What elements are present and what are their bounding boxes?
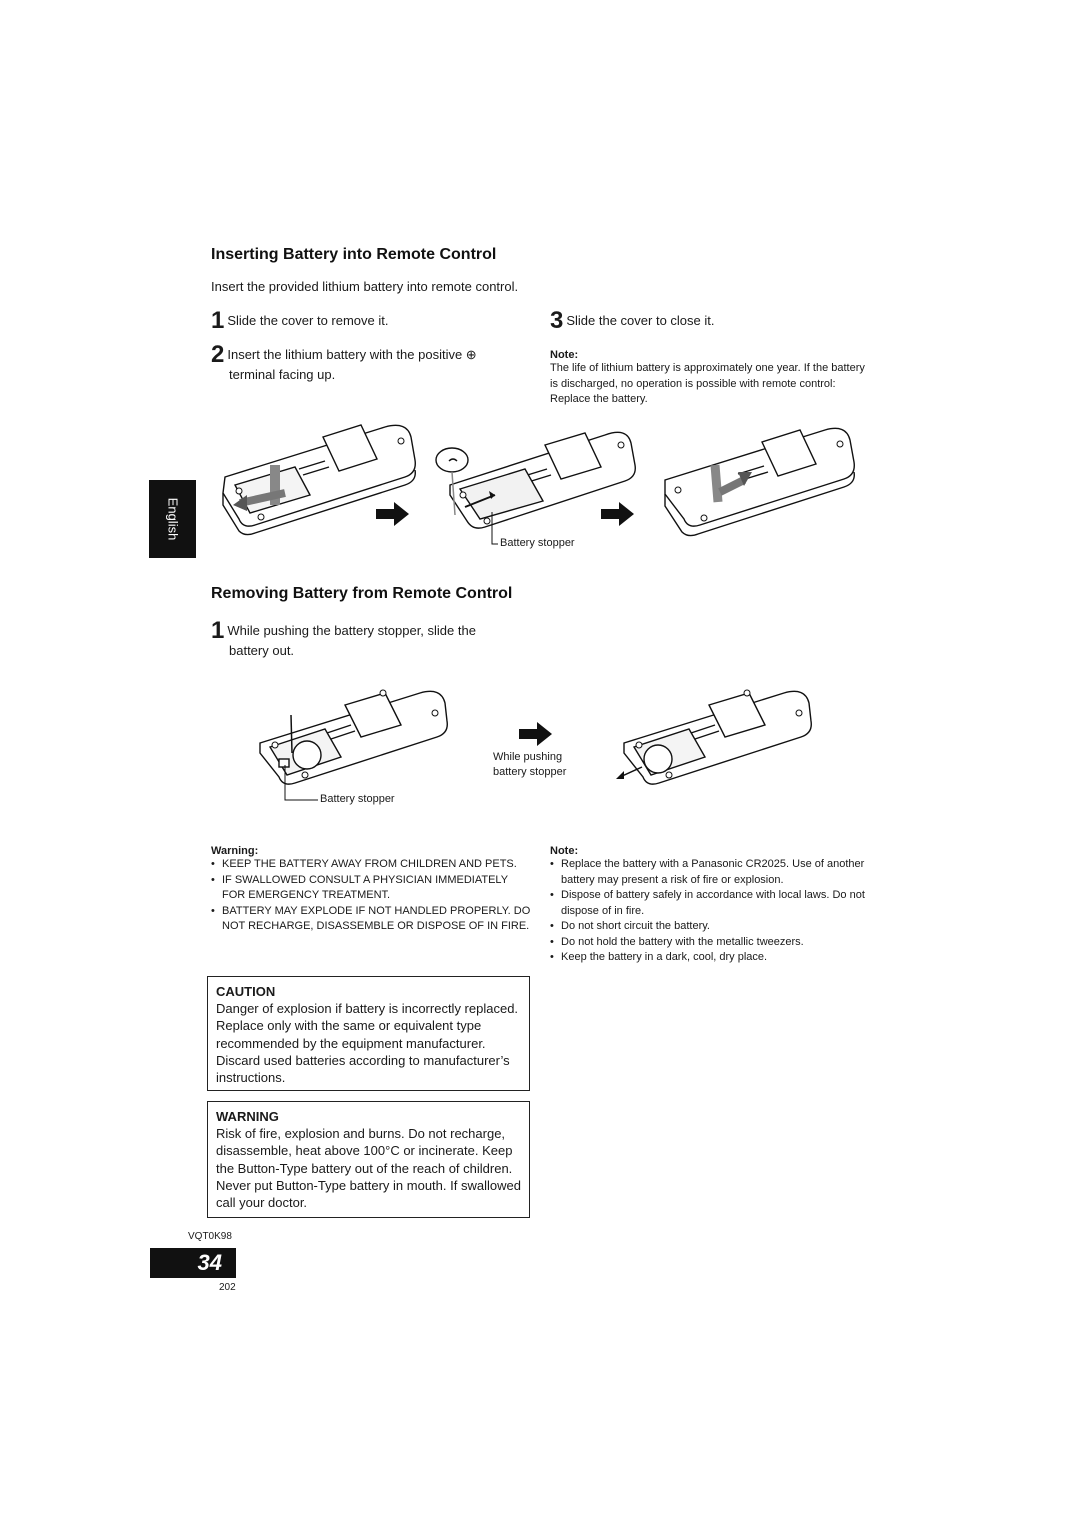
step-number: 1 [211,307,225,334]
step-number: 1 [211,617,225,644]
warning-item: BATTERY MAY EXPLODE IF NOT HANDLED PROPE… [211,904,531,935]
warning-list-block: Warning: KEEP THE BATTERY AWAY FROM CHIL… [211,845,531,935]
step-number: 2 [211,341,225,368]
note-list-title: Note: [550,845,579,857]
while-pushing-line2: battery stopper [493,766,567,778]
step-text: Slide the cover to remove it. [227,313,389,328]
insert-section-title: Inserting Battery into Remote Control [211,246,497,263]
warning-box-text: Risk of fire, explosion and burns. Do no… [216,1126,521,1211]
note-list-block: Note: Replace the battery with a Panason… [550,845,875,966]
warning-list: KEEP THE BATTERY AWAY FROM CHILDREN AND … [211,857,531,935]
while-pushing-line1: While pushing [493,751,563,763]
warning-box: WARNING Risk of fire, explosion and burn… [207,1101,530,1218]
page-number: 34 [197,1250,222,1275]
note-item: Keep the battery in a dark, cool, dry pl… [550,950,875,966]
step-text: Slide the cover to close it. [566,313,715,328]
note-item: Replace the battery with a Panasonic CR2… [550,857,875,888]
caution-text: Danger of explosion if battery is incorr… [216,1001,519,1086]
insert-step-1: 1 Slide the cover to remove it. [211,307,389,334]
language-tab: English [149,480,196,558]
remove-step-1: 1 While pushing the battery stopper, slid… [211,617,476,660]
battery-stopper-label-2: Battery stopper [320,793,395,805]
model-code: VQT0K98 [188,1231,232,1242]
while-pushing-label: While pushing battery stopper [493,750,566,780]
step-text-cont: terminal facing up. [229,367,336,382]
note-item: Do not short circuit the battery. [550,919,875,935]
note-item: Do not hold the battery with the metalli… [550,935,875,951]
sub-page-number: 202 [219,1282,236,1293]
battery-stopper-label: Battery stopper [500,537,575,549]
language-tab-label: English [165,497,180,541]
figure-remote-close-cover [664,427,855,537]
note-text: The life of lithium battery is approxima… [550,362,865,405]
step-text-cont: battery out. [229,643,295,658]
note-title: Note: [550,349,579,361]
insert-note: Note: The life of lithium battery is app… [550,349,875,408]
warning-item: KEEP THE BATTERY AWAY FROM CHILDREN AND … [211,857,531,873]
page-number-block: 34 [150,1248,236,1278]
note-item: Dispose of battery safely in accordance … [550,888,875,919]
remove-section-title: Removing Battery from Remote Control [211,585,513,602]
callout-line [491,512,498,545]
insert-step-3: 3 Slide the cover to close it. [550,307,715,334]
note-list: Replace the battery with a Panasonic CR2… [550,857,875,966]
step-text: While pushing the battery stopper, slide… [227,623,476,638]
caution-box: CAUTION Danger of explosion if battery i… [207,976,530,1091]
warning-box-title: WARNING [216,1109,279,1124]
insert-step-2: 2 Insert the lithium battery with the pos… [211,341,477,384]
arrow-right-icon [376,502,409,526]
callout-line [284,765,318,801]
caution-title: CAUTION [216,984,276,999]
arrow-right-icon [519,722,552,746]
warning-list-title: Warning: [211,845,259,857]
figure-remote-slide-out [616,689,812,785]
insert-intro: Insert the provided lithium battery into… [211,279,519,294]
step-text: Insert the lithium battery with the posi… [227,347,477,362]
warning-item: IF SWALLOWED CONSULT A PHYSICIAN IMMEDIA… [211,873,531,904]
arrow-right-icon [601,502,634,526]
step-number: 3 [550,307,564,334]
